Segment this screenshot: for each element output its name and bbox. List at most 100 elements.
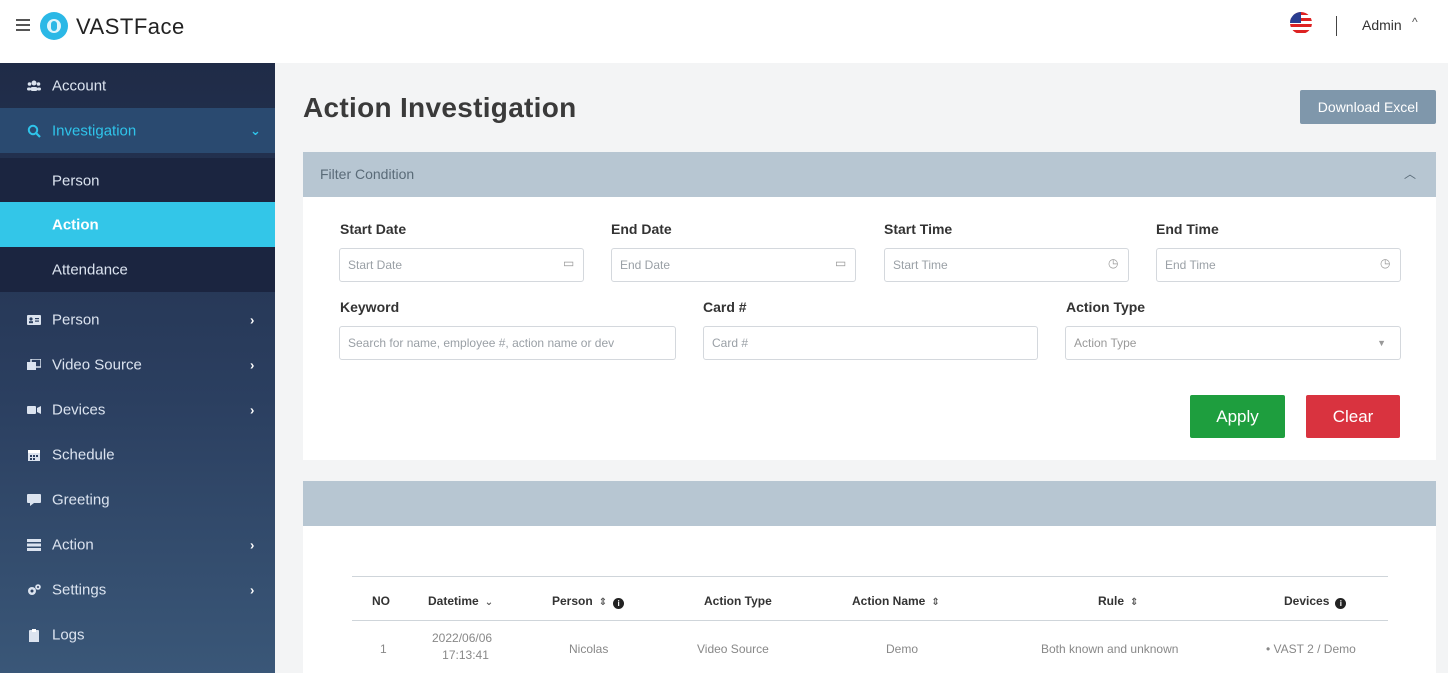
column-header-datetime[interactable]: Datetime ⌄: [428, 594, 493, 608]
column-header-no: NO: [372, 594, 390, 608]
comment-icon: [27, 493, 41, 506]
chevron-down-icon: ⌄: [250, 122, 261, 138]
sidebar-subitem-person[interactable]: Person: [0, 158, 275, 203]
results-panel-header: [303, 481, 1436, 526]
clock-icon: ◷: [1108, 256, 1119, 270]
end-date-label: End Date: [611, 221, 672, 237]
sidebar-item-label: Devices: [52, 401, 106, 418]
sidebar-item-video-source[interactable]: Video Source ›: [0, 342, 275, 387]
chevron-right-icon: ›: [250, 357, 255, 372]
clipboard-icon: [29, 628, 39, 642]
end-time-label: End Time: [1156, 221, 1219, 237]
page-title: Action Investigation: [303, 92, 577, 123]
sidebar-item-account[interactable]: Account: [0, 63, 275, 108]
table-top-rule: [352, 576, 1388, 577]
calendar-icon: ▭: [563, 256, 575, 270]
cell-no: 1: [380, 642, 387, 656]
download-excel-button[interactable]: Download Excel: [1300, 90, 1436, 124]
cogs-icon: [28, 583, 41, 595]
column-header-action-type: Action Type: [704, 594, 772, 608]
info-icon[interactable]: i: [613, 598, 625, 609]
calendar-icon: ▭: [835, 256, 847, 270]
start-date-label: Start Date: [340, 221, 407, 237]
sidebar-item-devices[interactable]: Devices ›: [0, 387, 275, 432]
keyword-label: Keyword: [340, 299, 400, 315]
cell-action-type: Video Source: [697, 642, 769, 656]
chevron-right-icon: ›: [250, 402, 255, 417]
start-date-input[interactable]: [339, 248, 584, 282]
sidebar-subitem-attendance[interactable]: Attendance: [0, 247, 275, 292]
table-header-rule: [352, 620, 1388, 621]
sidebar-item-label: Action: [52, 216, 99, 233]
card-label: Card #: [703, 299, 747, 315]
menu-icon[interactable]: [16, 19, 30, 33]
sidebar-item-label: Investigation: [52, 122, 137, 139]
sidebar-item-logs[interactable]: Logs: [0, 612, 275, 657]
id-card-icon: [27, 314, 41, 325]
cell-person: Nicolas: [569, 642, 609, 656]
keyword-input[interactable]: [339, 326, 676, 360]
filter-panel-title: Filter Condition: [320, 166, 415, 182]
search-icon: [27, 124, 41, 138]
cell-devices: • VAST 2 / Demo: [1266, 642, 1356, 656]
calendar-icon: [28, 449, 40, 461]
clock-icon: ◷: [1380, 256, 1391, 270]
sidebar-item-greeting[interactable]: Greeting: [0, 477, 275, 522]
column-header-action-name[interactable]: Action Name ⇕: [852, 594, 940, 608]
action-type-label: Action Type: [1066, 299, 1146, 315]
action-type-placeholder: Action Type: [1074, 336, 1137, 350]
sidebar-item-action[interactable]: Action ›: [0, 522, 275, 567]
sort-icon[interactable]: ⇕: [599, 597, 607, 608]
filter-panel-header[interactable]: Filter Condition ︿: [303, 152, 1436, 197]
chevron-right-icon: ›: [250, 312, 255, 327]
end-time-input[interactable]: [1156, 248, 1401, 282]
us-flag-icon[interactable]: [1290, 12, 1312, 34]
sidebar: Account Investigation ⌄ Person Action At…: [0, 63, 275, 673]
sidebar-item-schedule[interactable]: Schedule: [0, 432, 275, 477]
column-header-rule[interactable]: Rule ⇕: [1098, 594, 1138, 608]
apply-button[interactable]: Apply: [1190, 395, 1285, 438]
end-date-input[interactable]: [611, 248, 856, 282]
chevron-up-icon[interactable]: ^: [1412, 15, 1418, 29]
camera-icon: [27, 405, 41, 414]
cell-rule: Both known and unknown: [1041, 642, 1179, 656]
video-source-icon: [27, 358, 41, 370]
sidebar-item-label: Video Source: [52, 356, 142, 373]
chevron-up-icon[interactable]: ︿: [1404, 165, 1416, 182]
sidebar-item-label: Person: [52, 172, 100, 189]
list-icon: [27, 538, 41, 551]
divider: [1336, 16, 1337, 36]
sidebar-subitem-action[interactable]: Action: [0, 202, 275, 247]
sort-icon[interactable]: ⇕: [931, 597, 939, 608]
sidebar-item-label: Action: [52, 536, 94, 553]
card-input[interactable]: [703, 326, 1038, 360]
sort-desc-icon[interactable]: ⌄: [485, 597, 493, 608]
sort-icon[interactable]: ⇕: [1130, 597, 1138, 608]
cell-date: 2022/06/06: [432, 631, 493, 645]
clear-button[interactable]: Clear: [1306, 395, 1400, 438]
sidebar-item-label: Logs: [52, 626, 85, 643]
sidebar-item-settings[interactable]: Settings ›: [0, 567, 275, 612]
sidebar-item-label: Account: [52, 77, 107, 94]
column-header-person[interactable]: Person ⇕ i: [552, 594, 625, 609]
cell-action-name: Demo: [886, 642, 919, 656]
top-bar: VASTFace Admin ^: [0, 0, 1448, 63]
column-header-devices: Devices i: [1284, 594, 1347, 609]
sidebar-item-label: Schedule: [52, 446, 115, 463]
brand-name: VASTFace: [76, 14, 185, 39]
chevron-right-icon: ›: [250, 582, 255, 597]
action-type-select[interactable]: Action Type ▼: [1065, 326, 1401, 360]
sidebar-item-person[interactable]: Person ›: [0, 297, 275, 342]
cell-time: 17:13:41: [442, 648, 489, 662]
sidebar-item-investigation[interactable]: Investigation ⌄: [0, 108, 275, 153]
sidebar-item-label: Attendance: [52, 261, 128, 278]
cell-datetime: 2022/06/06 17:13:41: [432, 631, 492, 662]
start-time-input[interactable]: [884, 248, 1129, 282]
logo-icon: [40, 12, 68, 40]
sidebar-item-label: Greeting: [52, 491, 110, 508]
start-time-label: Start Time: [884, 221, 953, 237]
info-icon[interactable]: i: [1335, 598, 1347, 609]
user-menu[interactable]: Admin: [1362, 17, 1402, 33]
users-icon: [27, 80, 41, 91]
sidebar-item-label: Person: [52, 311, 100, 328]
